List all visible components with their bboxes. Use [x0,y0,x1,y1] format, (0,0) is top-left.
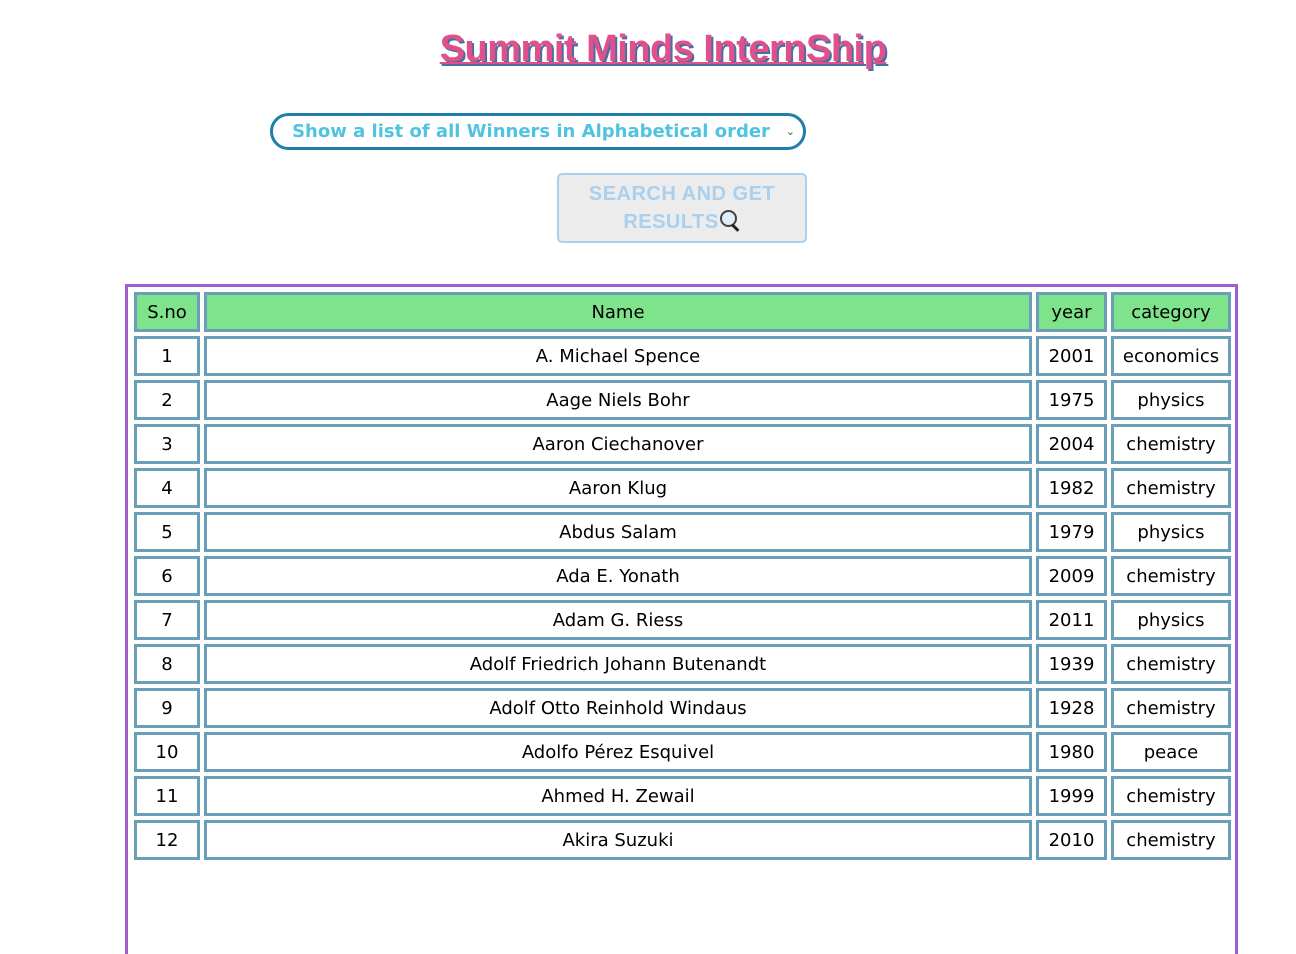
cell-category: physics [1111,380,1231,420]
cell-sno: 3 [134,424,200,464]
table-row: 2 Aage Niels Bohr 1975 physics [134,380,1231,420]
table-row: 7 Adam G. Riess 2011 physics [134,600,1231,640]
table-row: 9 Adolf Otto Reinhold Windaus 1928 chemistr… [134,688,1231,728]
cell-name: Adolf Otto Reinhold Windaus [204,688,1032,728]
cell-category: physics [1111,512,1231,552]
table-row: 10 Adolfo Pérez Esquivel 1980 peace [134,732,1231,772]
cell-year: 2011 [1036,600,1107,640]
cell-name: Adam G. Riess [204,600,1032,640]
search-button[interactable]: SEARCH AND GET RESULTS [557,173,807,243]
cell-year: 1939 [1036,644,1107,684]
table-row: 12 Akira Suzuki 2010 chemistry [134,820,1231,860]
search-button-label: SEARCH AND GET RESULTS [588,183,776,233]
cell-category: economics [1111,336,1231,376]
cell-sno: 6 [134,556,200,596]
cell-category: chemistry [1111,820,1231,860]
cell-year: 1979 [1036,512,1107,552]
column-header-sno: S.no [134,292,200,332]
table-row: 3 Aaron Ciechanover 2004 chemistry [134,424,1231,464]
cell-year: 1928 [1036,688,1107,728]
cell-sno: 7 [134,600,200,640]
cell-category: chemistry [1111,556,1231,596]
table-header-row: S.no Name year category [134,292,1231,332]
select-value: Show a list of all Winners in Alphabetic… [292,121,770,142]
cell-year: 1999 [1036,776,1107,816]
cell-sno: 2 [134,380,200,420]
cell-name: Aaron Ciechanover [204,424,1032,464]
column-header-name: Name [204,292,1032,332]
cell-sno: 10 [134,732,200,772]
table-row: 5 Abdus Salam 1979 physics [134,512,1231,552]
magnifier-icon [719,209,741,232]
cell-name: A. Michael Spence [204,336,1032,376]
cell-name: Aaron Klug [204,468,1032,508]
cell-name: Adolf Friedrich Johann Butenandt [204,644,1032,684]
cell-name: Adolfo Pérez Esquivel [204,732,1032,772]
cell-year: 2001 [1036,336,1107,376]
table-row: 11 Ahmed H. Zewail 1999 chemistry [134,776,1231,816]
cell-name: Ahmed H. Zewail [204,776,1032,816]
cell-category: chemistry [1111,688,1231,728]
cell-category: chemistry [1111,644,1231,684]
cell-year: 1980 [1036,732,1107,772]
cell-category: chemistry [1111,468,1231,508]
table-row: 4 Aaron Klug 1982 chemistry [134,468,1231,508]
cell-year: 2004 [1036,424,1107,464]
cell-name: Akira Suzuki [204,820,1032,860]
results-frame: S.no Name year category 1 A. Michael Spen… [125,284,1238,954]
cell-category: chemistry [1111,776,1231,816]
cell-year: 2010 [1036,820,1107,860]
cell-name: Ada E. Yonath [204,556,1032,596]
cell-category: peace [1111,732,1231,772]
column-header-year: year [1036,292,1107,332]
cell-sno: 12 [134,820,200,860]
cell-year: 1975 [1036,380,1107,420]
cell-sno: 1 [134,336,200,376]
cell-category: physics [1111,600,1231,640]
chevron-down-icon: ⌄ [785,125,795,138]
cell-sno: 11 [134,776,200,816]
table-row: 8 Adolf Friedrich Johann Butenandt 1939 che… [134,644,1231,684]
table-row: 6 Ada E. Yonath 2009 chemistry [134,556,1231,596]
table-row: 1 A. Michael Spence 2001 economics [134,336,1231,376]
results-table: S.no Name year category 1 A. Michael Spen… [130,288,1235,864]
column-header-category: category [1111,292,1231,332]
cell-sno: 4 [134,468,200,508]
cell-sno: 9 [134,688,200,728]
cell-name: Aage Niels Bohr [204,380,1032,420]
cell-name: Abdus Salam [204,512,1032,552]
cell-year: 2009 [1036,556,1107,596]
cell-category: chemistry [1111,424,1231,464]
cell-sno: 8 [134,644,200,684]
winners-query-select[interactable]: Show a list of all Winners in Alphabetic… [270,113,806,150]
cell-sno: 5 [134,512,200,552]
page-title: Summit Minds InternShip [439,28,887,70]
cell-year: 1982 [1036,468,1107,508]
